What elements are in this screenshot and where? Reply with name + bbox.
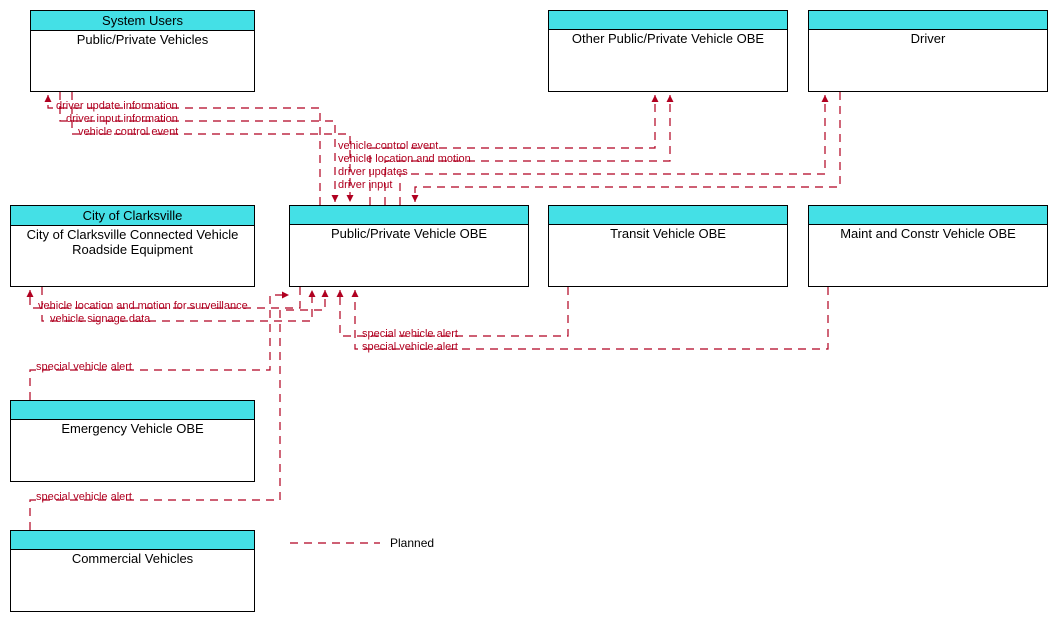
node-maint-obe-body: Maint and Constr Vehicle OBE [809, 225, 1047, 244]
node-commercial[interactable]: Commercial Vehicles [10, 530, 255, 612]
node-public-private-obe-header [290, 206, 528, 225]
flow-vehicle-signage: vehicle signage data [50, 313, 150, 325]
node-public-private-obe-body: Public/Private Vehicle OBE [290, 225, 528, 244]
legend-planned: Planned [390, 536, 434, 550]
flow-vehicle-control-event2: vehicle control event [338, 140, 438, 152]
flow-vehicle-control-event1: vehicle control event [78, 126, 178, 138]
flow-vehicle-loc-surv: vehicle location and motion for surveill… [38, 300, 248, 312]
node-transit-obe-header [549, 206, 787, 225]
node-driver-body: Driver [809, 30, 1047, 49]
node-driver[interactable]: Driver [808, 10, 1048, 92]
node-transit-obe-body: Transit Vehicle OBE [549, 225, 787, 244]
node-emergency-obe-body: Emergency Vehicle OBE [11, 420, 254, 439]
flow-driver-input: driver input [338, 179, 392, 191]
flow-special-alert-commercial: special vehicle alert [36, 491, 132, 503]
flow-vehicle-loc-motion: vehicle location and motion [338, 153, 471, 165]
flow-special-alert-maint: special vehicle alert [362, 341, 458, 353]
node-commercial-header [11, 531, 254, 550]
node-maint-obe-header [809, 206, 1047, 225]
flow-driver-input-info: driver input information [66, 113, 178, 125]
node-system-users-body: Public/Private Vehicles [31, 31, 254, 50]
node-driver-header [809, 11, 1047, 30]
node-city-clarksville[interactable]: City of Clarksville City of Clarksville … [10, 205, 255, 287]
node-maint-obe[interactable]: Maint and Constr Vehicle OBE [808, 205, 1048, 287]
node-city-clarksville-header: City of Clarksville [11, 206, 254, 226]
node-transit-obe[interactable]: Transit Vehicle OBE [548, 205, 788, 287]
flow-special-alert-transit: special vehicle alert [362, 328, 458, 340]
node-emergency-obe[interactable]: Emergency Vehicle OBE [10, 400, 255, 482]
node-city-clarksville-body: City of Clarksville Connected Vehicle Ro… [11, 226, 254, 260]
node-other-obe-header [549, 11, 787, 30]
node-system-users-header: System Users [31, 11, 254, 31]
flow-driver-updates: driver updates [338, 166, 408, 178]
node-emergency-obe-header [11, 401, 254, 420]
flow-special-alert-emergency: special vehicle alert [36, 361, 132, 373]
node-other-obe-body: Other Public/Private Vehicle OBE [549, 30, 787, 49]
node-other-obe[interactable]: Other Public/Private Vehicle OBE [548, 10, 788, 92]
node-public-private-obe[interactable]: Public/Private Vehicle OBE [289, 205, 529, 287]
node-system-users[interactable]: System Users Public/Private Vehicles [30, 10, 255, 92]
node-commercial-body: Commercial Vehicles [11, 550, 254, 569]
flow-driver-update-info: driver update information [56, 100, 178, 112]
